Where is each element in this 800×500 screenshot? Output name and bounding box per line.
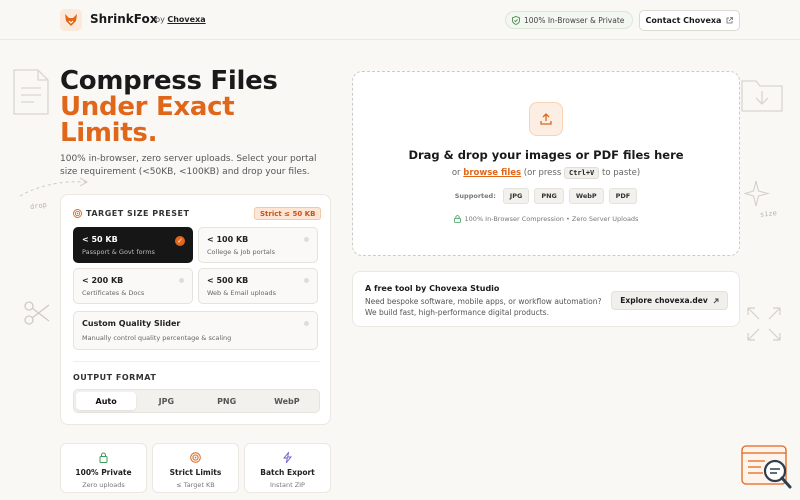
format-chip-webp: WebP bbox=[568, 188, 604, 204]
feature-card-private: 100% Private Zero uploads bbox=[60, 443, 147, 493]
brand-by: by Chovexa bbox=[155, 15, 206, 24]
brand-by-link[interactable]: Chovexa bbox=[167, 15, 205, 24]
preset-title: < 50 KB bbox=[82, 235, 118, 244]
format-chip-pdf: PDF bbox=[608, 188, 638, 204]
feature-card-strict: Strict Limits ≤ Target KB bbox=[152, 443, 239, 493]
radio-dot-icon bbox=[304, 321, 309, 326]
preset-title: < 100 KB bbox=[207, 235, 249, 244]
target-size-label: TARGET SIZE PRESET bbox=[73, 209, 189, 218]
fox-logo-icon[interactable] bbox=[60, 9, 82, 31]
supported-formats: Supported: JPG PNG WebP PDF bbox=[353, 188, 739, 204]
promo-card: A free tool by Chovexa Studio Need bespo… bbox=[352, 271, 740, 327]
preset-title: < 200 KB bbox=[82, 276, 124, 285]
dropzone-note-text: 100% In-Browser Compression • Zero Serve… bbox=[464, 215, 639, 223]
check-icon: ✓ bbox=[175, 236, 185, 246]
format-tab-jpg[interactable]: JPG bbox=[136, 392, 196, 410]
preset-subtitle: College & Job portals bbox=[207, 248, 276, 256]
dropzone-subtitle: or browse files (or press Ctrl+V to past… bbox=[353, 167, 739, 179]
upload-icon bbox=[529, 102, 563, 136]
preset-panel: TARGET SIZE PRESET Strict ≤ 50 KB < 50 K… bbox=[60, 194, 331, 425]
title-line-1: Compress Files bbox=[60, 66, 278, 96]
explore-button[interactable]: Explore chovexa.dev bbox=[611, 291, 728, 310]
paste-suffix: to paste) bbox=[601, 168, 641, 178]
arrow-up-right-icon bbox=[713, 298, 719, 303]
target-icon bbox=[190, 452, 201, 463]
sparkle-doodle-icon bbox=[744, 180, 770, 207]
folder-download-doodle-icon bbox=[741, 80, 783, 112]
title-line-3: Limits. bbox=[60, 118, 158, 148]
search-doc-float-icon[interactable] bbox=[741, 445, 793, 491]
scissors-doodle-icon bbox=[24, 301, 50, 325]
supported-label: Supported: bbox=[454, 192, 496, 200]
target-icon bbox=[73, 209, 82, 218]
format-tab-auto[interactable]: Auto bbox=[76, 392, 137, 410]
preset-card-200kb[interactable]: < 200 KB Certificates & Docs bbox=[73, 268, 193, 304]
radio-dot-icon bbox=[304, 237, 309, 242]
format-chip-jpg: JPG bbox=[502, 188, 530, 204]
paste-shortcut: Ctrl+V bbox=[563, 167, 600, 179]
dropzone-or: or bbox=[451, 168, 461, 178]
panel-divider bbox=[73, 361, 320, 362]
format-tab-webp[interactable]: WebP bbox=[257, 392, 317, 410]
title-line-2: Under Exact bbox=[60, 92, 235, 122]
file-dropzone[interactable]: Drag & drop your images or PDF files her… bbox=[352, 71, 740, 256]
preset-title: < 500 KB bbox=[207, 276, 249, 285]
lock-icon bbox=[99, 452, 108, 463]
hero-subtitle: 100% in-browser, zero server uploads. Se… bbox=[60, 154, 317, 177]
radio-dot-icon bbox=[179, 278, 184, 283]
bolt-icon bbox=[283, 452, 292, 463]
resize-arrows-doodle-icon bbox=[747, 307, 781, 341]
external-link-icon bbox=[727, 17, 734, 24]
brand-by-prefix: by bbox=[155, 15, 165, 24]
drop-doodle-text: drop bbox=[29, 200, 48, 212]
top-header: ShrinkFox by Chovexa 100% In-Browser & P… bbox=[0, 0, 800, 40]
feature-title: Batch Export bbox=[260, 468, 315, 477]
feature-title: 100% Private bbox=[75, 468, 132, 477]
feature-subtitle: Zero uploads bbox=[82, 481, 125, 489]
promo-description: Need bespoke software, mobile apps, or w… bbox=[365, 297, 602, 317]
explore-button-label: Explore chovexa.dev bbox=[620, 296, 708, 305]
contact-button-label: Contact Chovexa bbox=[645, 16, 722, 25]
preset-card-50kb[interactable]: < 50 KB Passport & Govt forms ✓ bbox=[73, 227, 193, 263]
page-title: Compress Files Under Exact Limits. bbox=[60, 68, 278, 146]
feature-title: Strict Limits bbox=[169, 468, 222, 477]
strict-limit-badge: Strict ≤ 50 KB bbox=[254, 207, 322, 220]
paste-prefix: (or press bbox=[523, 168, 562, 178]
lock-icon bbox=[453, 215, 461, 223]
size-doodle-text: size bbox=[759, 209, 778, 219]
target-size-label-text: TARGET SIZE PRESET bbox=[86, 209, 190, 218]
privacy-badge-label: 100% In-Browser & Private bbox=[524, 15, 625, 25]
feature-subtitle: ≤ Target KB bbox=[176, 481, 215, 489]
preset-subtitle: Passport & Govt forms bbox=[82, 248, 155, 256]
contact-button[interactable]: Contact Chovexa bbox=[639, 10, 740, 31]
promo-title: A free tool by Chovexa Studio bbox=[365, 284, 500, 293]
preset-subtitle: Certificates & Docs bbox=[82, 289, 145, 297]
format-tab-png[interactable]: PNG bbox=[197, 392, 257, 410]
document-doodle-icon bbox=[13, 69, 49, 115]
radio-dot-icon bbox=[304, 278, 309, 283]
privacy-badge: 100% In-Browser & Private bbox=[505, 11, 634, 29]
custom-quality-card[interactable]: Custom Quality Slider Manually control q… bbox=[73, 311, 318, 350]
preset-card-100kb[interactable]: < 100 KB College & Job portals bbox=[198, 227, 318, 263]
output-format-tabs: Auto JPG PNG WebP bbox=[73, 389, 320, 413]
dropzone-title: Drag & drop your images or PDF files her… bbox=[408, 148, 684, 162]
shield-icon bbox=[512, 15, 520, 25]
browse-files-link[interactable]: browse files bbox=[463, 168, 521, 178]
custom-quality-title: Custom Quality Slider bbox=[82, 319, 181, 328]
preset-subtitle: Web & Email uploads bbox=[207, 289, 276, 297]
feature-subtitle: Instant ZIP bbox=[270, 481, 305, 489]
brand-name[interactable]: ShrinkFox bbox=[90, 12, 157, 26]
custom-quality-subtitle: Manually control quality percentage & sc… bbox=[82, 334, 232, 342]
preset-card-500kb[interactable]: < 500 KB Web & Email uploads bbox=[198, 268, 318, 304]
feature-card-batch: Batch Export Instant ZIP bbox=[244, 443, 331, 493]
format-chip-png: PNG bbox=[534, 188, 564, 204]
output-format-label: OUTPUT FORMAT bbox=[73, 373, 157, 382]
dropzone-note: 100% In-Browser Compression • Zero Serve… bbox=[353, 215, 739, 223]
